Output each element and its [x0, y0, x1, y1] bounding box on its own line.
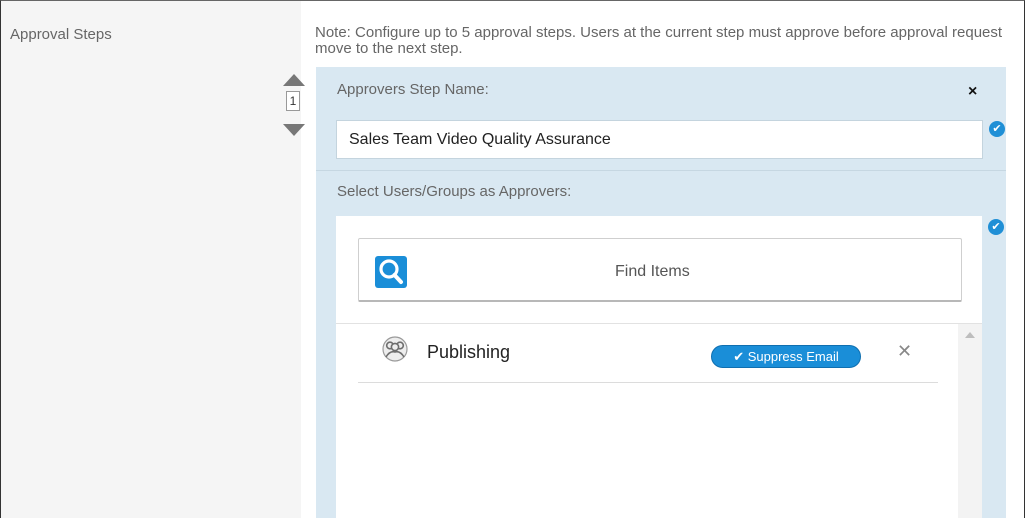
approver-list-scrollbar[interactable]	[958, 324, 982, 518]
remove-approver-icon[interactable]: ✕	[897, 342, 912, 360]
step-name-input[interactable]	[336, 120, 983, 159]
step-number: 1	[286, 91, 300, 111]
approval-steps-note: Note: Configure up to 5 approval steps. …	[315, 24, 1003, 57]
scroll-up-arrow-icon[interactable]	[965, 332, 975, 338]
panel-divider	[316, 170, 1006, 171]
search-icon	[375, 256, 407, 288]
step-name-valid-icon: ✔	[989, 121, 1005, 137]
close-step-icon[interactable]: ×	[968, 84, 977, 100]
approvers-valid-icon: ✔	[988, 219, 1004, 235]
suppress-email-toggle[interactable]: ✔ Suppress Email	[711, 345, 861, 368]
approvers-label: Select Users/Groups as Approvers:	[337, 183, 572, 200]
approver-name: Publishing	[427, 342, 511, 362]
step-order-stepper: 1	[281, 74, 307, 136]
find-items-label: Find Items	[615, 263, 690, 280]
section-label-column	[1, 1, 301, 518]
list-row-divider	[358, 382, 938, 383]
group-icon	[382, 336, 408, 362]
move-up-arrow-icon[interactable]	[283, 74, 305, 86]
move-down-arrow-icon[interactable]	[283, 124, 305, 136]
step-name-label: Approvers Step Name:	[337, 81, 489, 98]
section-label: Approval Steps	[10, 26, 112, 43]
